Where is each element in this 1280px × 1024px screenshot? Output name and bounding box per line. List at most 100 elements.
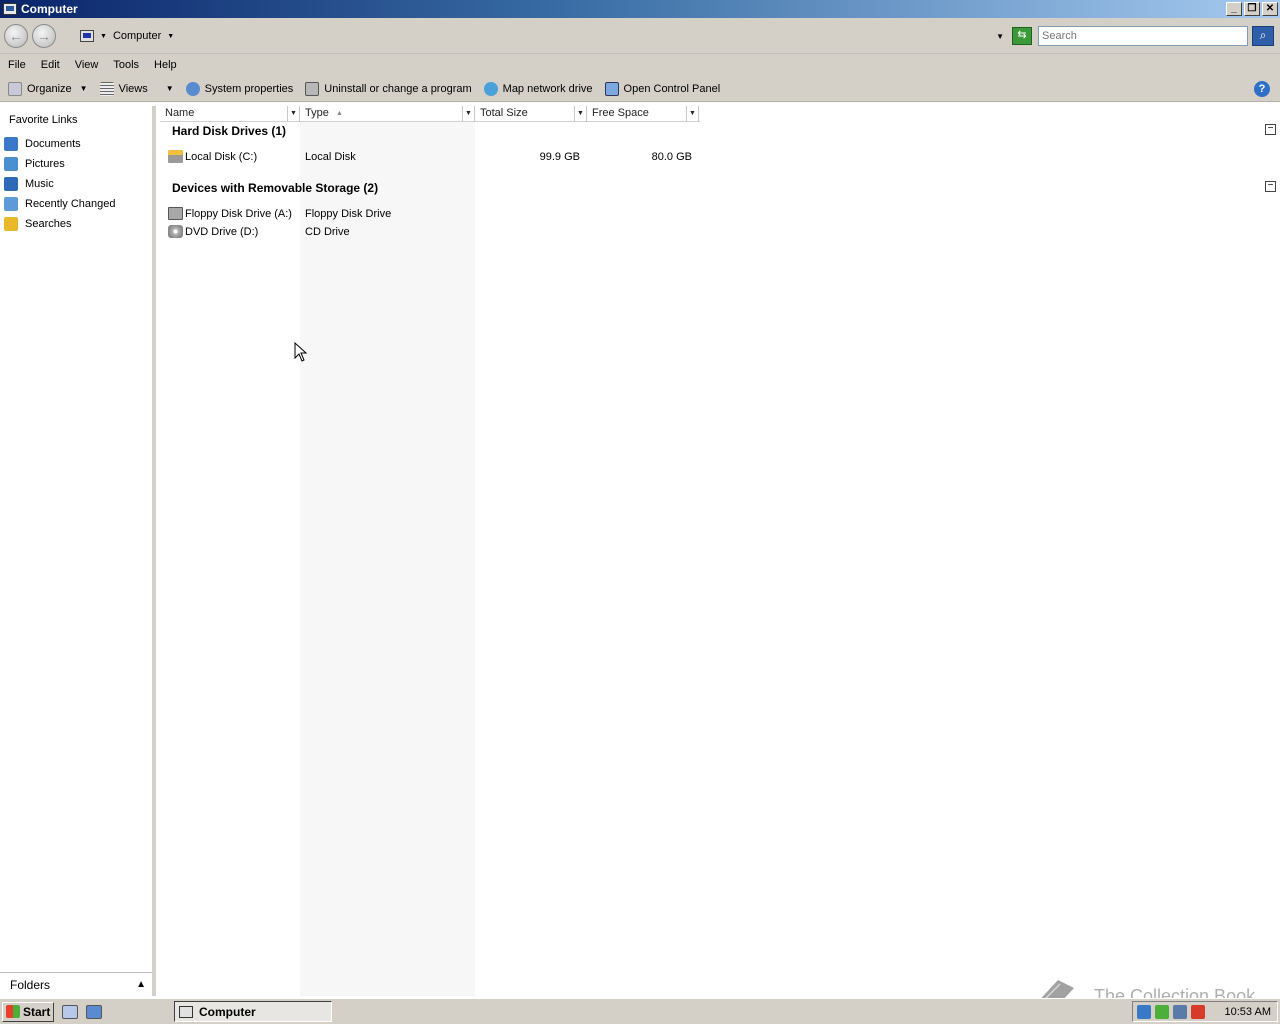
views-icon: [99, 81, 114, 96]
organize-button[interactable]: Organize ▼: [8, 81, 88, 96]
computer-icon: [80, 30, 94, 42]
display-icon[interactable]: [1173, 1004, 1187, 1019]
menu-help[interactable]: Help: [154, 59, 177, 71]
help-icon[interactable]: ?: [1254, 81, 1270, 97]
clock[interactable]: 10:53 AM: [1225, 1006, 1271, 1018]
list-item[interactable]: Floppy Disk Drive (A:) Floppy Disk Drive: [168, 205, 708, 223]
sidebar-item-documents[interactable]: Documents: [4, 137, 81, 151]
sidebar-item-music[interactable]: Music: [4, 177, 54, 191]
chevron-down-icon: ▼: [79, 84, 88, 93]
column-filter-dropdown-icon[interactable]: ▼: [574, 106, 586, 121]
chevron-up-icon: ▲: [136, 979, 146, 990]
menu-tools[interactable]: Tools: [113, 59, 139, 71]
system-properties-button[interactable]: System properties: [185, 81, 294, 96]
address-bar[interactable]: ▼ Computer ▼ ▼: [74, 25, 1006, 47]
sort-ascending-icon: ▲: [336, 110, 343, 117]
minimize-button[interactable]: _: [1226, 2, 1242, 16]
window-controls: _ ❐ ✕: [1226, 2, 1278, 16]
server-manager-icon[interactable]: [86, 1004, 102, 1019]
menu-file[interactable]: File: [8, 59, 26, 71]
pictures-icon: [4, 157, 18, 171]
show-desktop-icon[interactable]: [62, 1004, 78, 1019]
uninstall-program-button[interactable]: Uninstall or change a program: [305, 81, 472, 96]
column-headers: Name ▼ Type ▲ ▼ Total Size ▼ Free Space …: [160, 106, 700, 122]
collapse-group-icon[interactable]: −: [1265, 181, 1276, 192]
start-button[interactable]: Start: [2, 1001, 54, 1022]
forward-button[interactable]: →: [32, 24, 56, 48]
taskbar-button-computer[interactable]: Computer: [174, 1001, 332, 1022]
system-properties-label: System properties: [204, 82, 294, 95]
network-icon[interactable]: [1137, 1004, 1151, 1019]
floppy-drive-icon: [168, 207, 183, 220]
dvd-drive-icon: [168, 225, 183, 238]
refresh-button[interactable]: ⇆: [1012, 27, 1032, 45]
menu-view[interactable]: View: [75, 59, 99, 71]
column-header-name[interactable]: Name ▼: [160, 106, 300, 122]
chevron-down-icon: ▼: [165, 84, 174, 93]
column-label: Free Space: [592, 107, 649, 119]
drive-free-space: 80.0 GB: [651, 151, 692, 163]
system-tray: 10:53 AM: [1132, 1001, 1278, 1022]
menu-bar: File Edit View Tools Help: [0, 54, 1280, 76]
column-header-total-size[interactable]: Total Size ▼: [475, 106, 587, 122]
sidebar-item-searches[interactable]: Searches: [4, 217, 71, 231]
map-network-drive-button[interactable]: Map network drive: [483, 81, 593, 96]
programs-icon: [305, 81, 320, 96]
column-label: Total Size: [480, 107, 528, 119]
searches-folder-icon: [4, 217, 18, 231]
mouse-cursor-icon: [294, 342, 308, 362]
drive-type: CD Drive: [305, 226, 350, 238]
sidebar-item-label: Music: [25, 178, 54, 190]
command-bar: Organize ▼ Views ▼ System properties Uni…: [0, 76, 1280, 102]
drive-label: DVD Drive (D:): [185, 225, 259, 238]
search-icon[interactable]: ⌕: [1252, 26, 1274, 46]
local-disk-icon: [168, 150, 183, 163]
breadcrumb-computer[interactable]: Computer: [113, 30, 161, 42]
open-control-panel-button[interactable]: Open Control Panel: [604, 81, 720, 96]
list-item[interactable]: DVD Drive (D:) CD Drive: [168, 223, 708, 241]
sidebar-item-pictures[interactable]: Pictures: [4, 157, 65, 171]
address-history-dropdown-icon[interactable]: ▼: [996, 32, 1004, 41]
address-toolbar: ← → ▼ Computer ▼ ▼ ⇆ ⌕: [0, 18, 1280, 54]
column-label: Name: [165, 107, 195, 119]
favorite-links-heading: Favorite Links: [9, 114, 78, 126]
breadcrumb-dropdown-icon[interactable]: ▼: [167, 33, 174, 40]
folders-label: Folders: [10, 977, 51, 992]
organize-icon: [8, 81, 22, 96]
group-header-removable-storage[interactable]: Devices with Removable Storage (2): [172, 181, 378, 195]
drive-label: Floppy Disk Drive (A:): [185, 207, 292, 220]
search-input[interactable]: [1038, 26, 1248, 46]
column-filter-dropdown-icon[interactable]: ▼: [462, 106, 474, 121]
menu-edit[interactable]: Edit: [41, 59, 60, 71]
sidebar-item-label: Documents: [25, 138, 81, 150]
collapse-group-icon[interactable]: −: [1265, 124, 1276, 135]
recent-icon: [4, 197, 18, 211]
security-icon[interactable]: [1155, 1004, 1169, 1019]
back-button[interactable]: ←: [4, 24, 28, 48]
column-header-type[interactable]: Type ▲ ▼: [300, 106, 475, 122]
navigation-pane: Favorite Links Documents Pictures Music …: [0, 106, 156, 996]
uninstall-label: Uninstall or change a program: [324, 82, 472, 95]
breadcrumb-arrow-icon[interactable]: ▼: [100, 33, 107, 40]
views-button[interactable]: Views ▼: [99, 81, 174, 96]
control-panel-icon: [604, 81, 619, 96]
list-item[interactable]: Local Disk (C:) Local Disk 99.9 GB 80.0 …: [168, 148, 708, 166]
sorted-column-highlight: [300, 122, 475, 996]
taskbar: Start Computer 10:53 AM: [0, 998, 1280, 1024]
file-list: Name ▼ Type ▲ ▼ Total Size ▼ Free Space …: [160, 106, 1280, 996]
title-bar[interactable]: Computer _ ❐ ✕: [0, 0, 1280, 18]
volume-muted-icon[interactable]: [1191, 1004, 1205, 1019]
column-header-free-space[interactable]: Free Space ▼: [587, 106, 699, 122]
folders-toggle[interactable]: Folders ▲: [0, 972, 152, 996]
sidebar-item-label: Pictures: [25, 158, 65, 170]
column-filter-dropdown-icon[interactable]: ▼: [686, 106, 698, 121]
group-header-hard-disk-drives[interactable]: Hard Disk Drives (1): [172, 124, 286, 138]
sidebar-item-recently-changed[interactable]: Recently Changed: [4, 197, 116, 211]
network-drive-icon: [483, 81, 498, 96]
drive-type: Floppy Disk Drive: [305, 208, 392, 220]
views-label: Views: [118, 82, 148, 95]
close-button[interactable]: ✕: [1262, 2, 1278, 16]
drive-name: DVD Drive (D:): [168, 225, 258, 238]
column-filter-dropdown-icon[interactable]: ▼: [287, 106, 299, 121]
restore-button[interactable]: ❐: [1244, 2, 1260, 16]
